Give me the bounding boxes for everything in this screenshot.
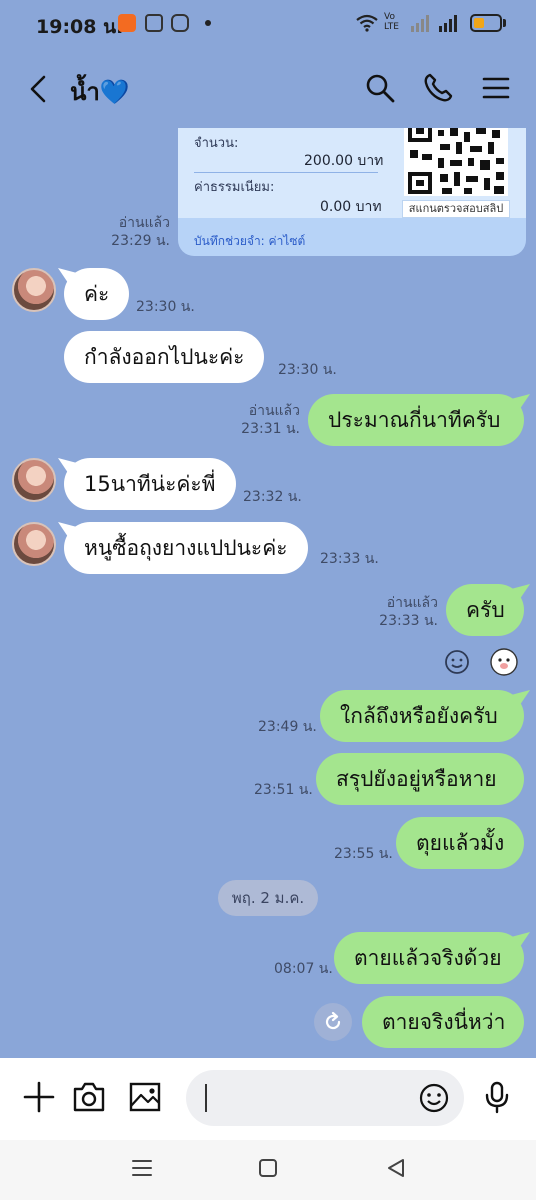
phone-icon[interactable] xyxy=(422,72,454,104)
image-icon[interactable] xyxy=(128,1080,162,1114)
message-text: ตายแล้วจริงด้วย xyxy=(354,945,502,970)
slip-body: จำนวน: 200.00 บาท ค่าธรรมเนียม: 0.00 บาท… xyxy=(178,128,526,218)
message-time: 23:51 น. xyxy=(254,782,313,798)
slip-amount-value: 200.00 บาท xyxy=(304,153,384,169)
slip-memo: บันทึกช่วยจำ: ค่าไซต์ xyxy=(194,234,306,248)
bubble-tail xyxy=(512,932,530,948)
search-icon[interactable] xyxy=(364,72,396,104)
message-time: 23:49 น. xyxy=(258,719,317,735)
chat-title[interactable]: น้ำ💙 xyxy=(70,72,130,111)
message-time: 23:32 น. xyxy=(243,489,302,505)
read-receipt: อ่านแล้ว 23:29 น. xyxy=(96,214,170,250)
date-separator: พฤ. 2 ม.ค. xyxy=(218,880,318,916)
message-text: ตุยแล้วมั้ง xyxy=(416,830,505,855)
message-time: 23:30 น. xyxy=(278,362,337,378)
status-bar: 19:08 น. Vo LTE xyxy=(0,0,536,48)
message-text: กำลังออกไปนะค่ะ xyxy=(84,344,245,369)
bubble-tail xyxy=(58,268,76,284)
retry-icon xyxy=(325,1011,341,1030)
message-time: 23:31 น. xyxy=(241,421,300,437)
message-bubble-incoming[interactable]: กำลังออกไปนะค่ะ xyxy=(64,331,265,383)
message-bubble-incoming[interactable]: 15นาทีน่ะค่ะพี่ xyxy=(58,458,236,510)
signal-1-icon xyxy=(411,15,429,32)
read-label: อ่านแล้ว xyxy=(118,215,170,231)
notification-dot-icon xyxy=(205,20,211,26)
temu-app-icon xyxy=(118,14,136,32)
message-bubble-outgoing[interactable]: ตุยแล้วมั้ง xyxy=(396,817,524,869)
message-bubble-outgoing[interactable]: ใกล้ถึงหรือยังครับ xyxy=(320,690,530,742)
message-time: 23:33 น. xyxy=(320,551,379,567)
menu-icon[interactable] xyxy=(480,72,512,104)
wifi-icon xyxy=(356,14,378,32)
message-time: 23:29 น. xyxy=(111,233,170,249)
slip-divider xyxy=(194,172,378,173)
bubble-tail xyxy=(58,458,76,474)
read-receipt: อ่านแล้ว 23:33 น. xyxy=(362,594,438,630)
avatar[interactable] xyxy=(12,522,56,566)
message-text: หนูซื้อถุงยางแปปนะค่ะ xyxy=(84,535,288,560)
message-text: ครับ xyxy=(466,597,505,622)
read-label: อ่านแล้ว xyxy=(386,595,438,611)
recents-icon[interactable] xyxy=(130,1156,154,1180)
signal-2-icon xyxy=(439,15,457,32)
emoji-icon[interactable] xyxy=(418,1082,450,1114)
message-bubble-outgoing[interactable]: ประมาณกี่นาทีครับ xyxy=(308,394,530,446)
message-time: 23:30 น. xyxy=(136,299,195,315)
back-nav-icon[interactable] xyxy=(384,1156,408,1180)
message-bubble-outgoing-unsent[interactable]: ตายจริงนี่หว่า xyxy=(362,996,524,1048)
battery-tip xyxy=(503,19,506,27)
message-time: 08:07 น. xyxy=(274,961,333,977)
plus-icon[interactable] xyxy=(22,1080,56,1114)
slip-fee-value: 0.00 บาท xyxy=(320,199,382,215)
status-time: 19:08 น. xyxy=(36,16,124,38)
message-text: ใกล้ถึงหรือยังครับ xyxy=(340,703,498,728)
battery-icon xyxy=(470,14,502,32)
instagram-icon xyxy=(171,14,189,32)
chat-area[interactable]: จำนวน: 200.00 บาท ค่าธรรมเนียม: 0.00 บาท… xyxy=(0,128,536,1058)
slip-fee-label: ค่าธรรมเนียม: xyxy=(194,180,275,195)
bubble-tail xyxy=(58,522,76,538)
avatar[interactable] xyxy=(12,268,56,312)
bubble-tail xyxy=(512,584,530,600)
read-receipt: อ่านแล้ว 23:31 น. xyxy=(224,402,300,438)
qr-caption[interactable]: สแกนตรวจสอบสลิป xyxy=(402,200,510,218)
avatar[interactable] xyxy=(12,458,56,502)
message-input-bar xyxy=(0,1058,536,1140)
volte-label: Vo LTE xyxy=(384,12,399,32)
transfer-slip-card[interactable]: จำนวน: 200.00 บาท ค่าธรรมเนียม: 0.00 บาท… xyxy=(178,128,526,256)
message-time: 23:33 น. xyxy=(379,613,438,629)
message-text: ค่ะ xyxy=(84,281,110,306)
system-nav-bar xyxy=(0,1140,536,1200)
sticker-reaction-icon[interactable] xyxy=(490,648,518,676)
microphone-icon[interactable] xyxy=(480,1080,514,1114)
back-icon[interactable] xyxy=(26,74,52,104)
qr-code-icon[interactable] xyxy=(404,128,508,196)
message-time: 23:55 น. xyxy=(334,846,393,862)
bubble-tail xyxy=(512,394,530,410)
message-bubble-outgoing[interactable]: สรุปยังอยู่หรือหาย xyxy=(316,753,524,805)
message-text: ตายจริงนี่หว่า xyxy=(382,1009,506,1034)
bubble-tail xyxy=(512,690,530,706)
home-icon[interactable] xyxy=(256,1156,280,1180)
message-bubble-incoming[interactable]: หนูซื้อถุงยางแปปนะค่ะ xyxy=(58,522,308,574)
message-bubble-outgoing[interactable]: ตายแล้วจริงด้วย xyxy=(334,932,530,984)
line-app-icon xyxy=(145,14,163,32)
message-text: ประมาณกี่นาทีครับ xyxy=(328,407,501,432)
resend-button[interactable] xyxy=(314,1003,352,1041)
add-reaction-icon[interactable] xyxy=(444,649,470,675)
read-label: อ่านแล้ว xyxy=(248,403,300,419)
message-bubble-incoming[interactable]: ค่ะ xyxy=(58,268,130,320)
slip-amount-label: จำนวน: xyxy=(194,136,239,151)
camera-icon[interactable] xyxy=(72,1080,106,1114)
chat-header: น้ำ💙 xyxy=(0,48,536,128)
text-caret xyxy=(205,1084,207,1112)
message-text: 15นาทีน่ะค่ะพี่ xyxy=(84,471,216,496)
message-text: สรุปยังอยู่หรือหาย xyxy=(336,766,497,791)
message-bubble-outgoing[interactable]: ครับ xyxy=(446,584,530,636)
